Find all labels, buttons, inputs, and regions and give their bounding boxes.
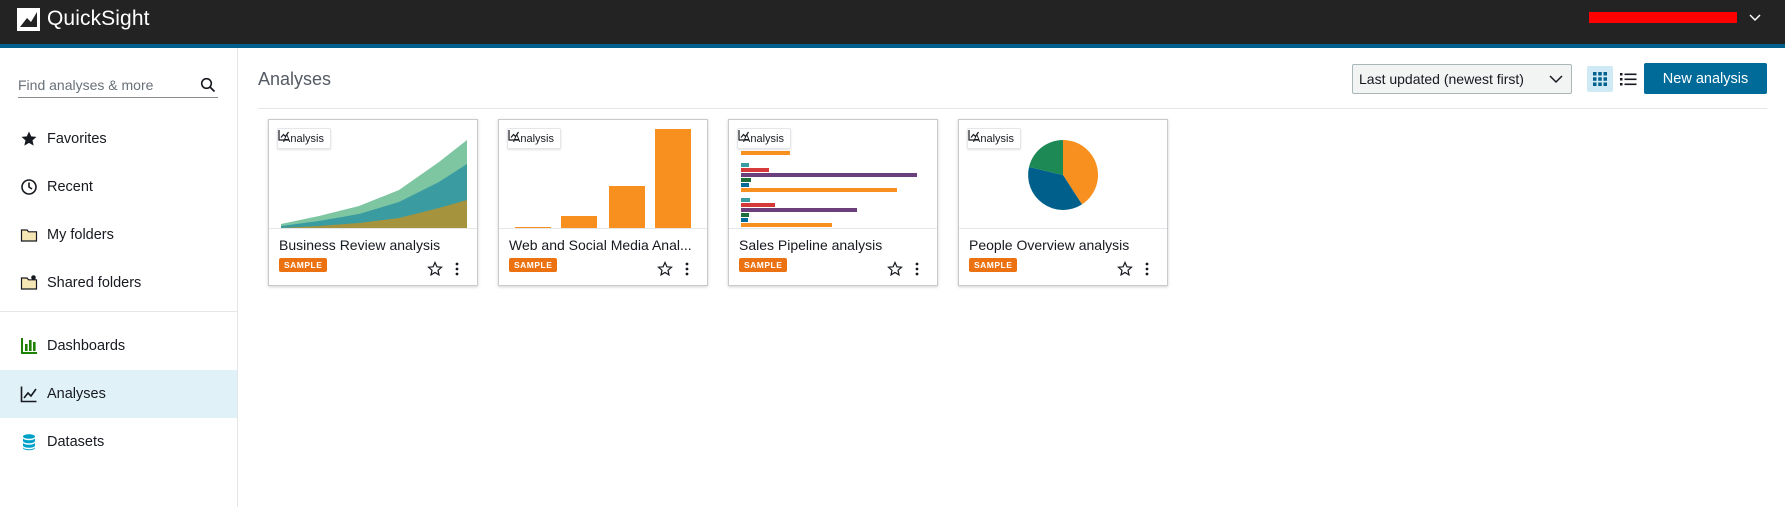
sidebar-item-label: Dashboards [47,338,126,354]
new-analysis-button[interactable]: New analysis [1644,63,1767,94]
sidebar-item-dashboards[interactable]: Dashboards [0,322,237,370]
card-thumbnail: Analysis [959,120,1167,229]
more-options-icon[interactable] [451,261,463,277]
list-view-icon [1620,73,1637,86]
sort-dropdown[interactable]: Last updated (newest first) [1352,64,1572,94]
chevron-down-icon [1749,13,1761,21]
sidebar-item-recent[interactable]: Recent [0,163,237,211]
search-box [18,74,218,98]
dashboard-icon [21,338,37,354]
analysis-card-people-overview[interactable]: Analysis People Overview analysis SAMPLE [958,119,1168,286]
account-menu[interactable] [1589,12,1761,23]
card-thumbnail: Analysis [729,120,937,229]
analysis-icon [508,130,519,141]
sidebar-item-label: Recent [47,179,93,195]
quicksight-logo-icon [17,7,40,31]
sidebar-item-favorites[interactable]: Favorites [0,115,237,163]
clock-icon [21,179,37,195]
analysis-type-badge: Analysis [507,128,561,149]
sidebar-item-label: Favorites [47,131,107,147]
card-title[interactable]: People Overview analysis [969,237,1161,253]
analysis-card-sales-pipeline[interactable]: Analysis Sales Pipeline analysis SAMPLE [728,119,938,286]
analysis-icon [738,130,749,141]
card-thumbnail: Analysis [269,120,477,229]
sidebar-item-label: Shared folders [47,275,142,291]
sidebar: Favorites Recent My folders Shared folde… [0,48,238,507]
card-title[interactable]: Sales Pipeline analysis [739,237,931,253]
search-input[interactable] [18,74,193,96]
analysis-card-business-review[interactable]: Analysis Business Review analysis SAMPLE [268,119,478,286]
sample-tag: SAMPLE [739,258,788,272]
more-options-icon[interactable] [1141,261,1153,277]
dataset-icon [23,434,35,451]
shared-folder-icon [20,275,38,290]
card-title[interactable]: Web and Social Media Anal... [509,237,701,253]
grid-view-icon [1593,72,1607,86]
sample-tag: SAMPLE [279,258,328,272]
card-thumbnail: Analysis [499,120,707,229]
app-name: QuickSight [47,7,150,30]
chevron-down-icon [1549,75,1563,84]
header-accent-line [0,44,1785,48]
sidebar-item-label: My folders [47,227,114,243]
favorite-star-icon[interactable] [1117,261,1133,277]
sidebar-item-label: Analyses [47,386,106,402]
sidebar-item-analyses[interactable]: Analyses [0,370,237,418]
page-title: Analyses [258,69,332,89]
sidebar-item-shared-folders[interactable]: Shared folders [0,259,237,307]
analysis-card-web-social-media[interactable]: Analysis Web and Social Media Anal... SA… [498,119,708,286]
more-options-icon[interactable] [681,261,693,277]
redacted-account-name [1589,12,1737,23]
favorite-star-icon[interactable] [657,261,673,277]
favorite-star-icon[interactable] [427,261,443,277]
sample-tag: SAMPLE [969,258,1018,272]
more-options-icon[interactable] [911,261,923,277]
analysis-icon [20,386,37,403]
analysis-type-badge: Analysis [277,128,331,149]
analysis-type-badge: Analysis [737,128,791,149]
sidebar-divider [0,311,237,312]
folder-icon [20,229,38,242]
analysis-type-badge: Analysis [967,128,1021,149]
analysis-icon [968,130,979,141]
quicksight-logo[interactable]: QuickSight [17,7,150,31]
sidebar-item-datasets[interactable]: Datasets [0,418,237,466]
main-divider [258,108,1767,109]
star-icon [21,131,37,146]
search-icon[interactable] [200,77,216,93]
favorite-star-icon[interactable] [887,261,903,277]
sample-tag: SAMPLE [509,258,558,272]
analysis-icon [278,130,289,141]
sort-selected-value: Last updated (newest first) [1359,71,1524,87]
list-view-toggle[interactable] [1615,66,1641,92]
grid-view-toggle[interactable] [1587,66,1613,92]
top-bar: QuickSight [0,0,1785,44]
sidebar-item-label: Datasets [47,434,105,450]
card-title[interactable]: Business Review analysis [279,237,471,253]
sidebar-item-my-folders[interactable]: My folders [0,211,237,259]
